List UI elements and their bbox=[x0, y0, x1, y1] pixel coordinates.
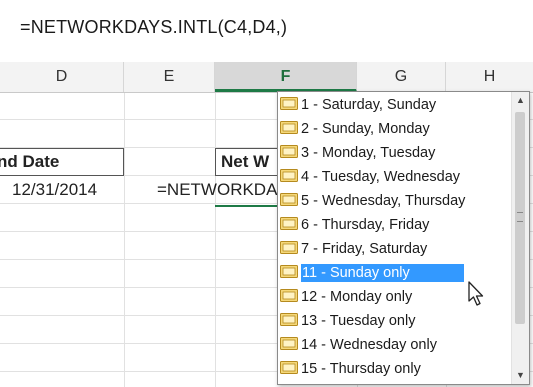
dropdown-option-label: 15 - Thursday only bbox=[301, 361, 421, 377]
enum-value-icon bbox=[280, 97, 298, 110]
scrollbar-grip-icon bbox=[517, 212, 523, 222]
enum-value-icon bbox=[280, 145, 298, 158]
dropdown-option[interactable]: 7 - Friday, Saturday bbox=[280, 238, 427, 261]
column-header-h[interactable]: H bbox=[446, 62, 533, 92]
dropdown-option-label: 11 - Sunday only bbox=[301, 264, 464, 282]
end-date-label: nd Date bbox=[0, 152, 60, 171]
scroll-up-arrow-icon[interactable]: ▲ bbox=[512, 92, 529, 109]
column-header-g[interactable]: G bbox=[357, 62, 446, 92]
dropdown-option-label: 3 - Monday, Tuesday bbox=[301, 145, 436, 161]
column-header-row: D E F G H bbox=[0, 62, 533, 93]
end-date-label-cell[interactable]: nd Date bbox=[0, 148, 124, 176]
formula-bar[interactable]: =NETWORKDAYS.INTL(C4,D4,) bbox=[0, 0, 533, 63]
formula-in-cell[interactable]: =NETWORKDA bbox=[157, 180, 277, 200]
net-workdays-label-cell[interactable]: Net W bbox=[215, 148, 285, 176]
dropdown-option-label: 12 - Monday only bbox=[301, 289, 413, 305]
enum-value-icon bbox=[280, 361, 298, 374]
dropdown-option-label: 14 - Wednesday only bbox=[301, 337, 437, 353]
dropdown-option[interactable]: 14 - Wednesday only bbox=[280, 334, 437, 357]
enum-value-icon bbox=[280, 169, 298, 182]
column-header-e[interactable]: E bbox=[124, 62, 215, 92]
dropdown-option-label: 5 - Wednesday, Thursday bbox=[301, 193, 466, 209]
column-header-f[interactable]: F bbox=[215, 62, 357, 92]
dropdown-option[interactable]: 3 - Monday, Tuesday bbox=[280, 142, 435, 165]
mouse-pointer-icon bbox=[467, 281, 487, 307]
dropdown-option-label: 7 - Friday, Saturday bbox=[301, 241, 428, 257]
enum-value-icon bbox=[280, 289, 298, 302]
dropdown-option-label: 2 - Sunday, Monday bbox=[301, 121, 430, 137]
dropdown-option-label: 13 - Tuesday only bbox=[301, 313, 416, 329]
enum-value-icon bbox=[280, 337, 298, 350]
dropdown-option[interactable]: 4 - Tuesday, Wednesday bbox=[280, 166, 460, 189]
dropdown-option[interactable]: 15 - Thursday only bbox=[280, 358, 421, 381]
dropdown-option[interactable]: 2 - Sunday, Monday bbox=[280, 118, 430, 141]
formula-text[interactable]: =NETWORKDAYS.INTL(C4,D4,) bbox=[20, 17, 287, 38]
dropdown-option-label: 6 - Thursday, Friday bbox=[301, 217, 430, 233]
dropdown-option[interactable]: 1 - Saturday, Sunday bbox=[280, 94, 436, 117]
enum-value-icon bbox=[280, 265, 298, 278]
weekend-argument-dropdown[interactable]: 1 - Saturday, Sunday 2 - Sunday, Monday 3 … bbox=[277, 91, 530, 385]
dropdown-scrollbar[interactable]: ▲ ▼ bbox=[511, 92, 529, 384]
enum-value-icon bbox=[280, 121, 298, 134]
dropdown-option[interactable]: 5 - Wednesday, Thursday bbox=[280, 190, 465, 213]
enum-value-icon bbox=[280, 313, 298, 326]
net-workdays-label: Net W bbox=[221, 152, 270, 171]
enum-value-icon bbox=[280, 217, 298, 230]
scrollbar-thumb[interactable] bbox=[515, 112, 525, 324]
enum-value-icon bbox=[280, 241, 298, 254]
active-cell-border bbox=[215, 205, 277, 207]
end-date-value[interactable]: 12/31/2014 bbox=[12, 180, 97, 200]
dropdown-option[interactable]: 6 - Thursday, Friday bbox=[280, 214, 429, 237]
column-header-d[interactable]: D bbox=[0, 62, 124, 92]
scroll-down-arrow-icon[interactable]: ▼ bbox=[512, 367, 529, 384]
dropdown-option-label: 4 - Tuesday, Wednesday bbox=[301, 169, 461, 185]
dropdown-option[interactable]: 12 - Monday only bbox=[280, 286, 412, 309]
enum-value-icon bbox=[280, 193, 298, 206]
dropdown-option-label: 1 - Saturday, Sunday bbox=[301, 97, 437, 113]
dropdown-option[interactable]: 13 - Tuesday only bbox=[280, 310, 415, 333]
dropdown-option[interactable]: 11 - Sunday only bbox=[280, 262, 464, 285]
